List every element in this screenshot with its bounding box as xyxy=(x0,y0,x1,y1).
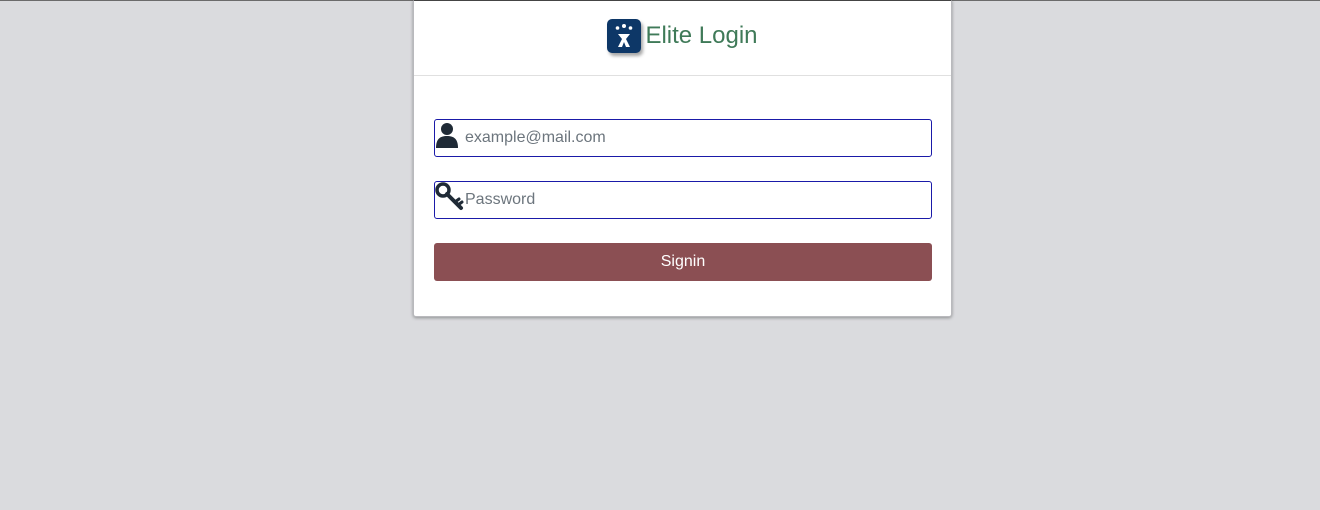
email-field[interactable] xyxy=(434,119,932,157)
card-header: Elite Login xyxy=(414,1,951,76)
login-card: Elite Login Signin xyxy=(413,0,952,317)
key-icon xyxy=(435,182,464,212)
signin-button[interactable]: Signin xyxy=(434,243,932,281)
page-title: Elite Login xyxy=(645,21,758,49)
user-icon xyxy=(435,120,463,150)
email-input[interactable] xyxy=(465,120,925,156)
password-field[interactable] xyxy=(434,181,932,219)
password-input[interactable] xyxy=(465,182,925,218)
atlassian-logo-icon xyxy=(607,19,642,53)
